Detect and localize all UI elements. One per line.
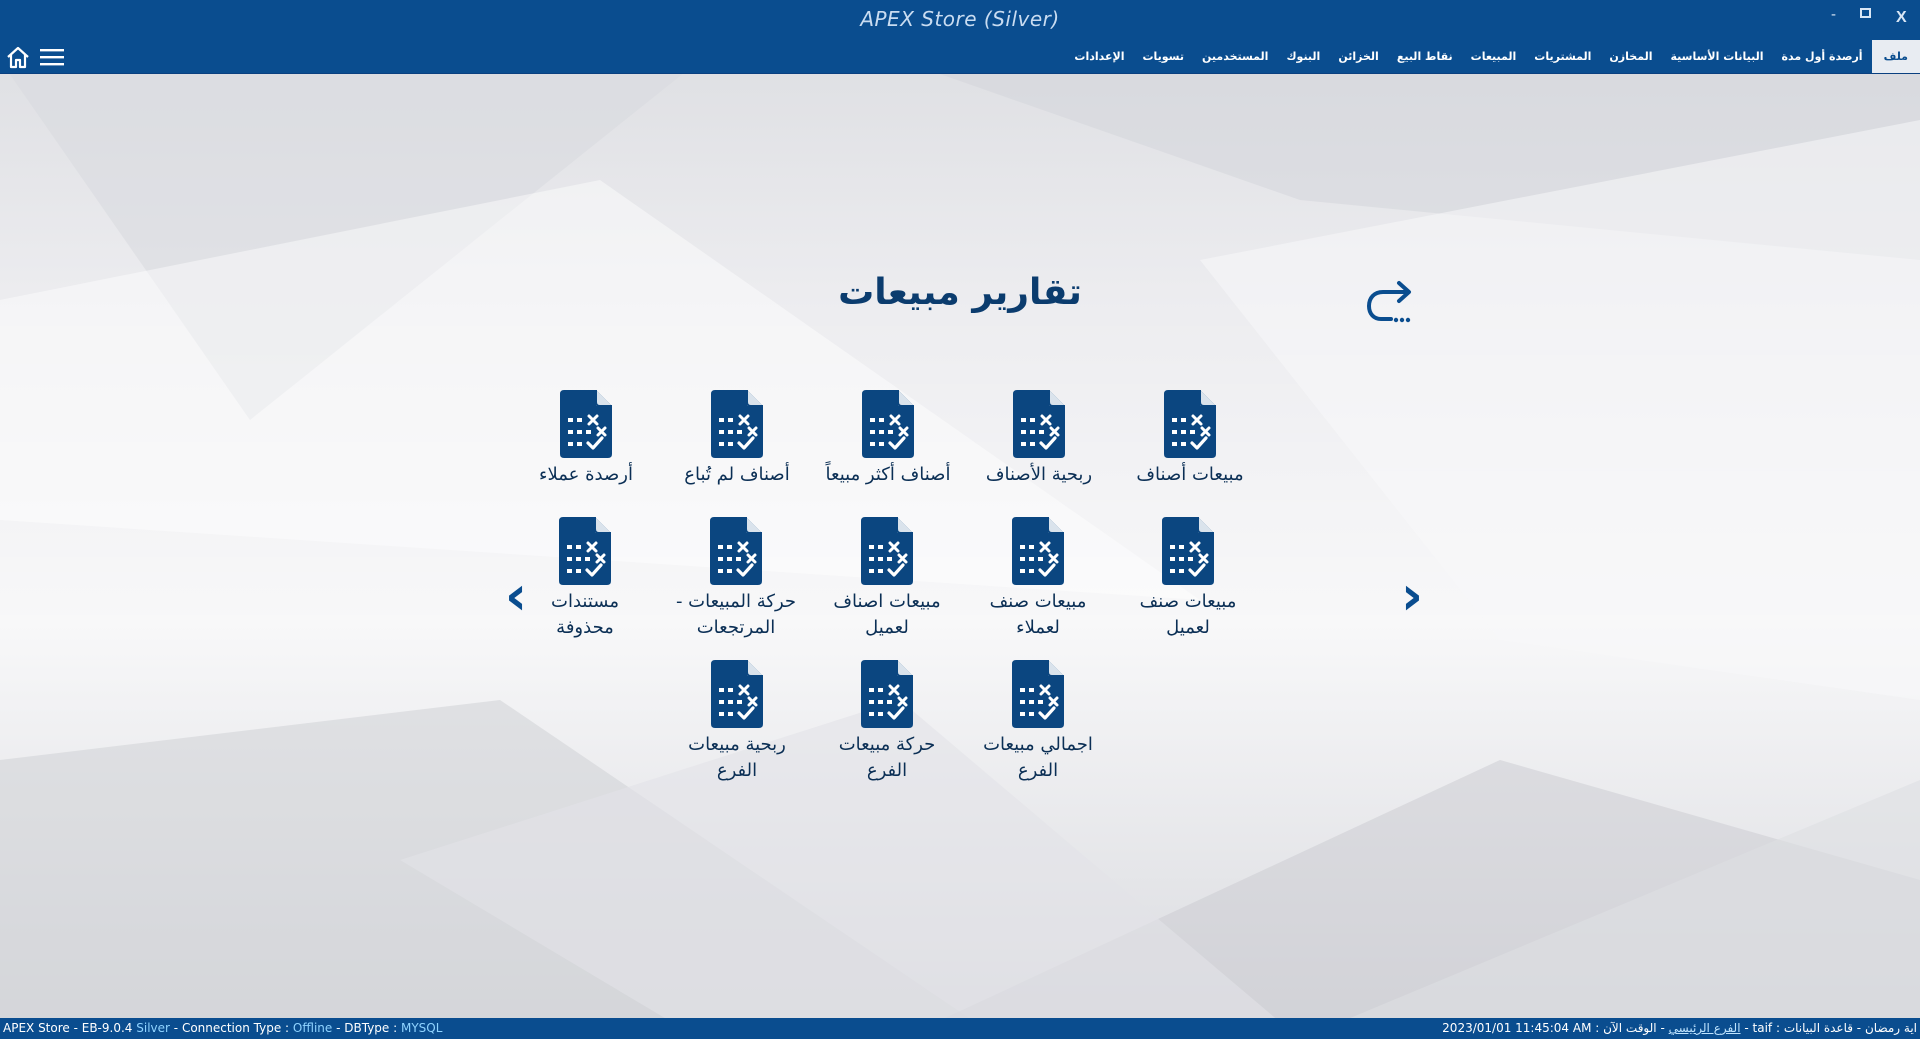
report-tile-label-line2: المرتجعات — [696, 617, 776, 638]
home-icon[interactable] — [5, 44, 31, 70]
report-tile[interactable]: أرصدة عملاء — [511, 388, 661, 488]
report-tile-label-line2: لعملاء — [1016, 617, 1060, 638]
report-tile-label-line2: لعميل — [1166, 617, 1210, 638]
status-left: APEX Store - EB-9.0.4 Silver - Connectio… — [3, 1021, 443, 1035]
menu-purchases[interactable]: المشتريات — [1525, 40, 1600, 73]
menu-file[interactable]: ملف — [1871, 40, 1920, 73]
report-tile-label-line1: أصناف لم تُباع — [684, 464, 790, 485]
report-tile[interactable]: ربحية الأصناف — [964, 388, 1114, 488]
report-tile[interactable]: حركة المبيعات - المرتجعات — [661, 515, 811, 641]
report-tile-label-line1: مبيعات صنف — [989, 591, 1087, 612]
close-button[interactable]: X — [1896, 9, 1907, 27]
menu-pos[interactable]: نقاط البيع — [1388, 40, 1462, 73]
report-tile[interactable]: أصناف أكثر مبيعاً — [813, 388, 963, 488]
report-tile-label: اجمالي مبيعات الفرع — [963, 732, 1113, 784]
db-label: قاعدة البيانات : — [1775, 1021, 1853, 1035]
report-document-icon — [1164, 390, 1216, 458]
db-value: taif — [1752, 1021, 1773, 1035]
connection-label: Connection Type : — [181, 1021, 290, 1035]
app-title: APEX Store (Silver) — [860, 7, 1060, 31]
report-tile-label: مبيعات صنف لعملاء — [963, 589, 1113, 641]
menu-users[interactable]: المستخدمين — [1193, 40, 1277, 73]
report-tile-label-line1: اجمالي مبيعات — [983, 734, 1093, 755]
title-bar: APEX Store (Silver) - X — [0, 0, 1920, 40]
report-document-icon — [711, 390, 763, 458]
page-title: تقارير مبيعات — [838, 272, 1082, 313]
report-tile[interactable]: مبيعات صنف لعملاء — [963, 515, 1113, 641]
report-tile-label-line1: مبيعات اصناف — [833, 591, 941, 612]
report-tile-label-line1: ربحية الأصناف — [985, 464, 1093, 485]
report-document-icon — [1012, 517, 1064, 585]
branch-link[interactable]: الفرع الرئيسي — [1669, 1021, 1741, 1035]
report-tile-label-line1: مبيعات أصناف — [1136, 464, 1244, 485]
report-tile[interactable]: أصناف لم تُباع — [662, 388, 812, 488]
minimize-button[interactable]: - — [1831, 6, 1836, 23]
report-tile-label: مستندات محذوفة — [510, 589, 660, 641]
menu-settlements[interactable]: تسويات — [1133, 40, 1193, 73]
connection-value: Offline — [292, 1021, 333, 1035]
time-value: 2023/01/01 11:45:04 AM — [1442, 1021, 1592, 1035]
report-tile-label: أصناف أكثر مبيعاً — [813, 462, 963, 488]
report-tile-label: مبيعات صنف لعميل — [1113, 589, 1263, 641]
edition: Silver — [136, 1021, 170, 1035]
report-tile-label: مبيعات أصناف — [1115, 462, 1265, 488]
menu-bar: ملف أرصدة أول مدة البيانات الأساسية المخ… — [0, 40, 1920, 74]
menu-treasuries[interactable]: الخزائن — [1329, 40, 1387, 73]
report-tile-label: حركة مبيعات الفرع — [812, 732, 962, 784]
report-tile-label: حركة المبيعات - المرتجعات — [661, 589, 811, 641]
report-document-icon — [560, 390, 612, 458]
report-tile[interactable]: اجمالي مبيعات الفرع — [963, 658, 1113, 784]
report-document-icon — [1162, 517, 1214, 585]
report-tile-label-line2: محذوفة — [556, 617, 614, 638]
report-tile[interactable]: مبيعات أصناف — [1115, 388, 1265, 488]
report-document-icon — [710, 517, 762, 585]
report-tile[interactable]: مبيعات اصناف لعميل — [812, 515, 962, 641]
report-tile-label: مبيعات اصناف لعميل — [812, 589, 962, 641]
menu-basic-data[interactable]: البيانات الأساسية — [1661, 40, 1772, 73]
report-tile-label-line1: مستندات — [551, 591, 619, 612]
menu-banks[interactable]: البنوك — [1277, 40, 1329, 73]
report-document-icon — [862, 390, 914, 458]
report-document-icon — [861, 660, 913, 728]
status-bar: APEX Store - EB-9.0.4 Silver - Connectio… — [0, 1018, 1920, 1039]
menu-warehouses[interactable]: المخازن — [1600, 40, 1661, 73]
report-document-icon — [861, 517, 913, 585]
report-tile-label-line2: الفرع — [866, 760, 908, 781]
hamburger-menu-icon[interactable] — [40, 48, 64, 66]
report-document-icon — [1012, 660, 1064, 728]
report-tile-label-line2: الفرع — [1017, 760, 1059, 781]
report-tile-label-line2: الفرع — [716, 760, 758, 781]
report-document-icon — [559, 517, 611, 585]
report-tile-label-line1: ربحية مبيعات — [688, 734, 786, 755]
report-tile-label: أصناف لم تُباع — [662, 462, 812, 488]
report-tile-label-line2: لعميل — [865, 617, 909, 638]
menu-items: ملف أرصدة أول مدة البيانات الأساسية المخ… — [1065, 40, 1920, 73]
report-tile-label-line1: أرصدة عملاء — [539, 464, 633, 485]
report-tile[interactable]: حركة مبيعات الفرع — [812, 658, 962, 784]
report-tile[interactable]: ربحية مبيعات الفرع — [662, 658, 812, 784]
report-tile-label: ربحية الأصناف — [964, 462, 1114, 488]
menu-opening-balances[interactable]: أرصدة أول مدة — [1773, 40, 1872, 73]
report-document-icon — [711, 660, 763, 728]
menu-settings[interactable]: الإعدادات — [1065, 40, 1133, 73]
maximize-button[interactable] — [1860, 8, 1871, 18]
dbtype-value: MYSQL — [401, 1021, 443, 1035]
next-page-button[interactable]: › — [1397, 568, 1427, 624]
time-label: الوقت الآن : — [1595, 1021, 1657, 1035]
status-right: اية رمضان - قاعدة البيانات : taif - الفر… — [1442, 1021, 1917, 1035]
report-document-icon — [1013, 390, 1065, 458]
report-tile-label-line1: حركة مبيعات — [838, 734, 936, 755]
dbtype-label: DBType : — [344, 1021, 398, 1035]
report-tile[interactable]: مبيعات صنف لعميل — [1113, 515, 1263, 641]
report-tile-label-line1: مبيعات صنف — [1139, 591, 1237, 612]
report-tile-label-line1: حركة المبيعات - — [675, 591, 797, 612]
report-tile-label-line1: أصناف أكثر مبيعاً — [825, 464, 951, 485]
report-tile[interactable]: مستندات محذوفة — [510, 515, 660, 641]
user-name: اية رمضان — [1864, 1021, 1917, 1035]
menu-sales[interactable]: المبيعات — [1462, 40, 1526, 73]
product-version: APEX Store - EB-9.0.4 — [3, 1021, 133, 1035]
back-arrow-icon[interactable] — [1365, 278, 1425, 328]
report-tile-label: ربحية مبيعات الفرع — [662, 732, 812, 784]
report-tile-label: أرصدة عملاء — [511, 462, 661, 488]
